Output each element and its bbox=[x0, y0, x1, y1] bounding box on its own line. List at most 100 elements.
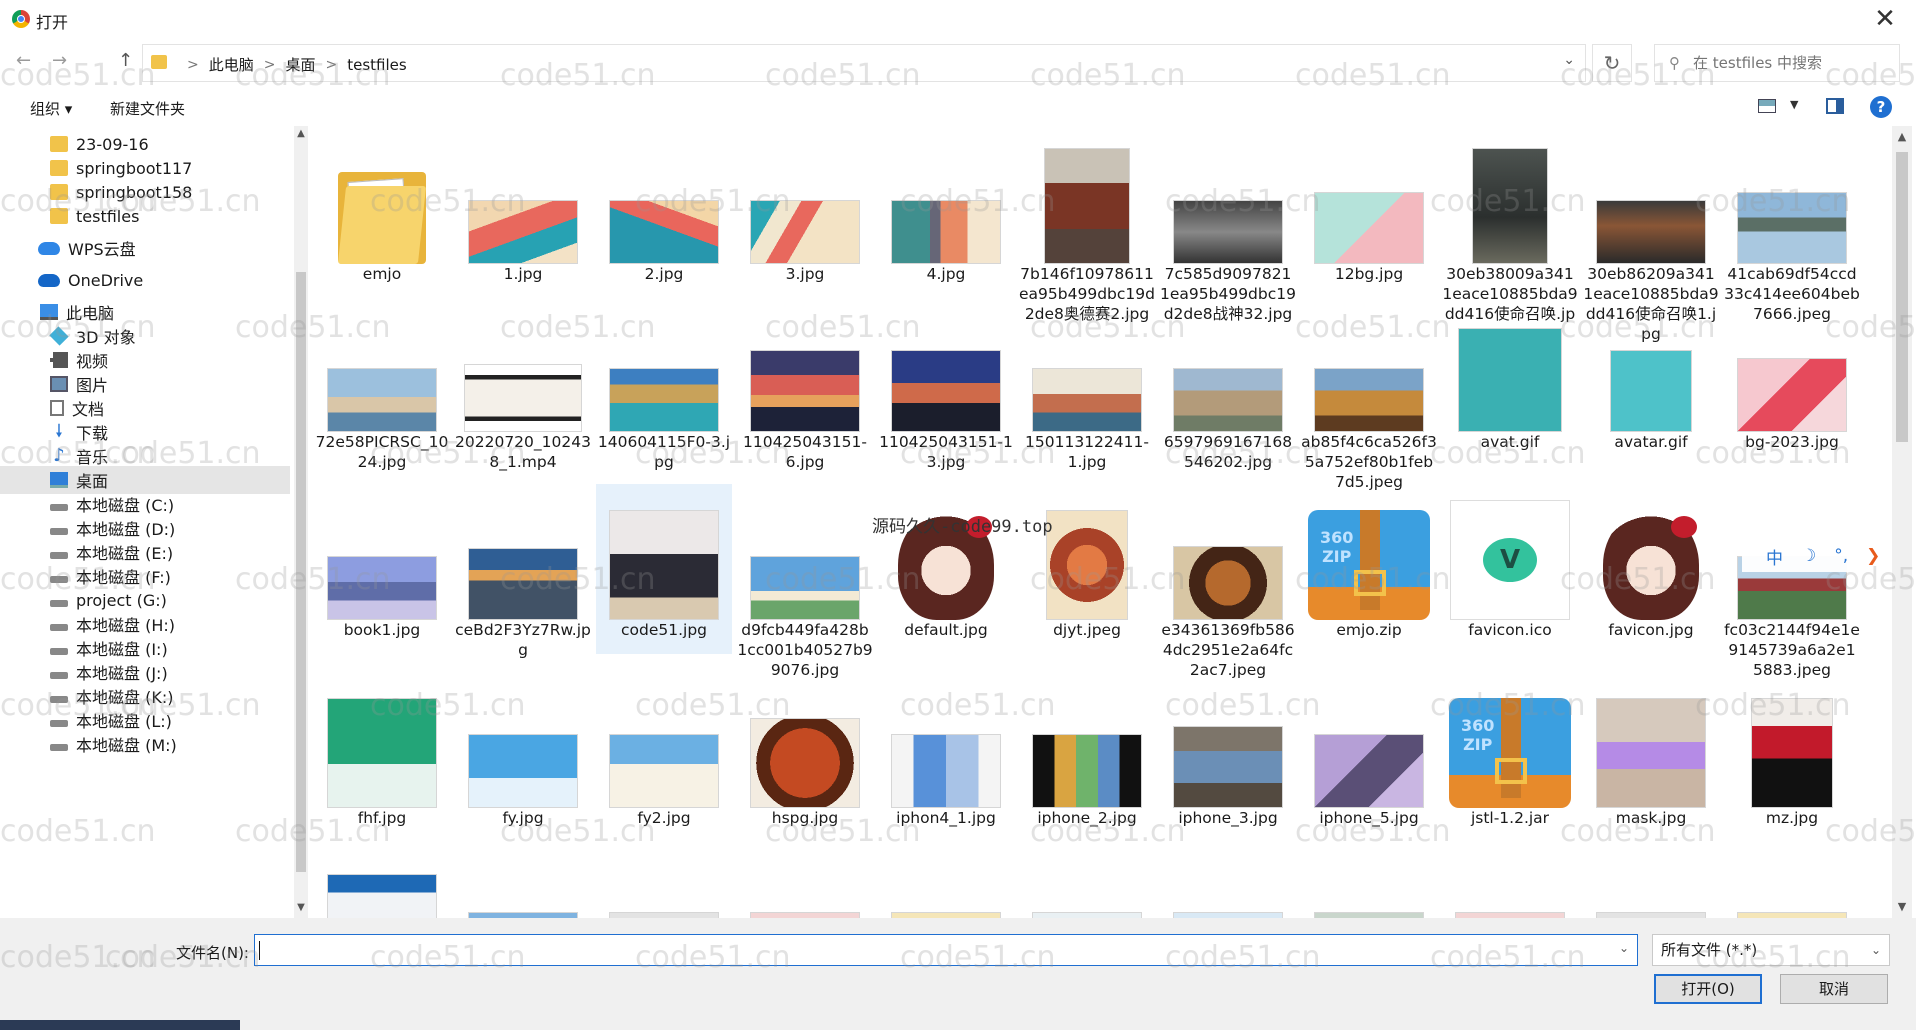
search-box[interactable]: ⚲ bbox=[1654, 44, 1900, 82]
file-item[interactable]: bg-2023.jpg bbox=[1724, 304, 1860, 464]
file-item[interactable]: d9fcb449fa428b1cc001b40527b99076.jpg bbox=[737, 492, 873, 679]
file-item[interactable]: 150113122411-1.jpg bbox=[1019, 304, 1155, 471]
file-item[interactable]: 4.jpg bbox=[878, 136, 1014, 296]
filename-dropdown-icon[interactable]: ⌄ bbox=[1619, 941, 1629, 955]
file-item[interactable]: 20220720_102438_1.mp4 bbox=[455, 304, 591, 471]
sidebar-item[interactable]: testfiles bbox=[0, 202, 290, 230]
file-item[interactable]: fy.jpg bbox=[455, 680, 591, 840]
view-mode-icon[interactable] bbox=[1758, 99, 1776, 113]
file-item[interactable]: 7c585d90978211ea95b499dbc19d2de8战神32.jpg bbox=[1160, 136, 1296, 323]
file-item[interactable]: favicon.jpg bbox=[1583, 492, 1719, 652]
organize-button[interactable]: 组织 ▾ bbox=[30, 98, 72, 119]
file-item[interactable]: 41cab69df54ccd33c414ee604beb7666.jpeg bbox=[1724, 136, 1860, 323]
address-bar[interactable]: > 此电脑 > 桌面 > testfiles ⌄ bbox=[142, 44, 1586, 82]
file-item[interactable]: avat.gif bbox=[1442, 304, 1578, 464]
file-item[interactable]: iphone_2.jpg bbox=[1019, 680, 1155, 840]
address-dropdown-button[interactable]: ⌄ bbox=[1563, 52, 1575, 68]
moon-icon[interactable]: ☽ bbox=[1801, 546, 1816, 566]
scroll-up-arrow[interactable]: ▲ bbox=[1892, 130, 1912, 143]
file-thumbnail bbox=[1724, 304, 1860, 432]
forward-button[interactable]: → bbox=[52, 50, 67, 71]
sidebar-item-label: 本地磁盘 (F:) bbox=[76, 568, 171, 587]
ime-chinese-mode[interactable]: 中 bbox=[1766, 544, 1783, 569]
file-item[interactable]: 3.jpg bbox=[737, 136, 873, 296]
computer-icon bbox=[40, 304, 58, 320]
file-item[interactable]: 1.jpg bbox=[455, 136, 591, 296]
file-thumbnail bbox=[1301, 136, 1437, 264]
file-item[interactable]: iphon4_1.jpg bbox=[878, 680, 1014, 840]
refresh-button[interactable]: ↻ bbox=[1592, 44, 1632, 82]
file-item[interactable]: 30eb38009a3411eace10885bda9dd416使命召唤.jpg bbox=[1442, 136, 1578, 343]
file-type-dropdown-icon[interactable]: ⌄ bbox=[1871, 935, 1881, 965]
file-item[interactable]: fy2.jpg bbox=[596, 680, 732, 840]
sidebar-item[interactable]: 本地磁盘 (M:) bbox=[0, 730, 290, 758]
cancel-button[interactable]: 取消 bbox=[1780, 974, 1888, 1004]
sidebar-item[interactable]: OneDrive bbox=[0, 266, 290, 294]
file-name: emjo bbox=[362, 265, 402, 283]
file-item[interactable]: 360 ZIP emjo.zip bbox=[1301, 492, 1437, 652]
image-thumbnail[interactable] bbox=[327, 874, 437, 918]
breadcrumb-this-pc[interactable]: 此电脑 bbox=[209, 54, 254, 75]
image-thumbnail bbox=[1751, 698, 1833, 808]
file-item[interactable]: 2.jpg bbox=[596, 136, 732, 296]
view-dropdown-icon[interactable]: ▼ bbox=[1790, 98, 1798, 111]
disk-icon bbox=[50, 719, 68, 727]
breadcrumb-desktop[interactable]: 桌面 bbox=[285, 54, 315, 75]
up-button[interactable]: ↑ bbox=[118, 50, 133, 71]
file-type-select[interactable]: 所有文件 (*.*) ⌄ bbox=[1652, 934, 1890, 966]
file-item[interactable]: emjo bbox=[314, 136, 450, 296]
file-name: 110425043151-6.jpg bbox=[743, 433, 867, 471]
help-icon[interactable]: ? bbox=[1870, 96, 1892, 118]
zip-brand-label: 360 ZIP bbox=[1461, 716, 1495, 754]
punctuation-icon[interactable]: °, bbox=[1834, 546, 1848, 566]
file-item[interactable]: Vfavicon.ico bbox=[1442, 492, 1578, 652]
file-item[interactable]: mz.jpg bbox=[1724, 680, 1860, 840]
overlay-watermark-text: 源码久久-code99.top bbox=[872, 517, 1053, 537]
scroll-down-arrow[interactable]: ▼ bbox=[294, 902, 308, 913]
scroll-up-arrow[interactable]: ▲ bbox=[294, 128, 308, 139]
file-name: 2.jpg bbox=[644, 265, 684, 283]
content-scrollbar[interactable]: ▲ ▼ bbox=[1892, 126, 1912, 918]
file-item[interactable]: fc03c2144f94e1e9145739a6a2e15883.jpeg bbox=[1724, 492, 1860, 679]
file-item[interactable]: mask.jpg bbox=[1583, 680, 1719, 840]
file-item[interactable]: 30eb86209a3411eace10885bda9dd416使命召唤1.jp… bbox=[1583, 136, 1719, 343]
file-item[interactable]: iphone_3.jpg bbox=[1160, 680, 1296, 840]
scrollbar-thumb[interactable] bbox=[1896, 152, 1908, 442]
file-item[interactable]: iphone_5.jpg bbox=[1301, 680, 1437, 840]
search-input[interactable] bbox=[1691, 53, 1895, 73]
ime-toolbar[interactable]: 中 ☽ °, ❯ bbox=[1742, 540, 1892, 572]
file-item[interactable]: 7b146f10978611ea95b499dbc19d2de8奥德赛2.jpg bbox=[1019, 136, 1155, 323]
new-folder-button[interactable]: 新建文件夹 bbox=[110, 98, 185, 119]
open-button[interactable]: 打开(O) bbox=[1654, 974, 1762, 1004]
filename-input[interactable]: ⌄ bbox=[254, 934, 1638, 966]
file-item[interactable]: ceBd2F3Yz7Rw.jpg bbox=[455, 492, 591, 659]
file-item[interactable]: 110425043151-13.jpg bbox=[878, 304, 1014, 471]
file-item[interactable]: fhf.jpg bbox=[314, 680, 450, 840]
file-item[interactable]: code51.jpg bbox=[596, 484, 732, 654]
file-name: emjo.zip bbox=[1336, 621, 1402, 639]
file-item[interactable]: 6597969167168546202.jpg bbox=[1160, 304, 1296, 471]
file-item[interactable]: ab85f4c6ca526f35a752ef80b1feb7d5.jpeg bbox=[1301, 304, 1437, 491]
image-thumbnail bbox=[1173, 200, 1283, 264]
close-button[interactable]: ✕ bbox=[1868, 4, 1902, 34]
file-item[interactable]: avatar.gif bbox=[1583, 304, 1719, 464]
breadcrumb-testfiles[interactable]: testfiles bbox=[347, 56, 406, 74]
file-item[interactable]: e34361369fb5864dc2951e2a64fc2ac7.jpeg bbox=[1160, 492, 1296, 679]
chevron-right-icon[interactable]: ❯ bbox=[1866, 546, 1880, 566]
scroll-down-arrow[interactable]: ▼ bbox=[1892, 900, 1912, 913]
image-thumbnail bbox=[1472, 148, 1548, 264]
sidebar-scrollbar[interactable]: ▲ ▼ bbox=[294, 126, 308, 918]
breadcrumb-separator: > bbox=[187, 56, 199, 73]
image-thumbnail bbox=[1737, 358, 1847, 432]
file-item[interactable]: book1.jpg bbox=[314, 492, 450, 652]
file-item[interactable]: 72e58PICRSC_1024.jpg bbox=[314, 304, 450, 471]
file-item[interactable]: 140604115F0-3.jpg bbox=[596, 304, 732, 471]
file-item[interactable]: 12bg.jpg bbox=[1301, 136, 1437, 296]
file-item[interactable]: hspg.jpg bbox=[737, 680, 873, 840]
sidebar-item[interactable]: WPS云盘 bbox=[0, 234, 290, 262]
scrollbar-thumb[interactable] bbox=[296, 272, 306, 872]
file-item[interactable]: 360 ZIP jstl-1.2.jar bbox=[1442, 680, 1578, 840]
file-item[interactable]: 110425043151-6.jpg bbox=[737, 304, 873, 471]
back-button[interactable]: ← bbox=[16, 50, 31, 71]
preview-pane-icon[interactable] bbox=[1826, 98, 1844, 114]
